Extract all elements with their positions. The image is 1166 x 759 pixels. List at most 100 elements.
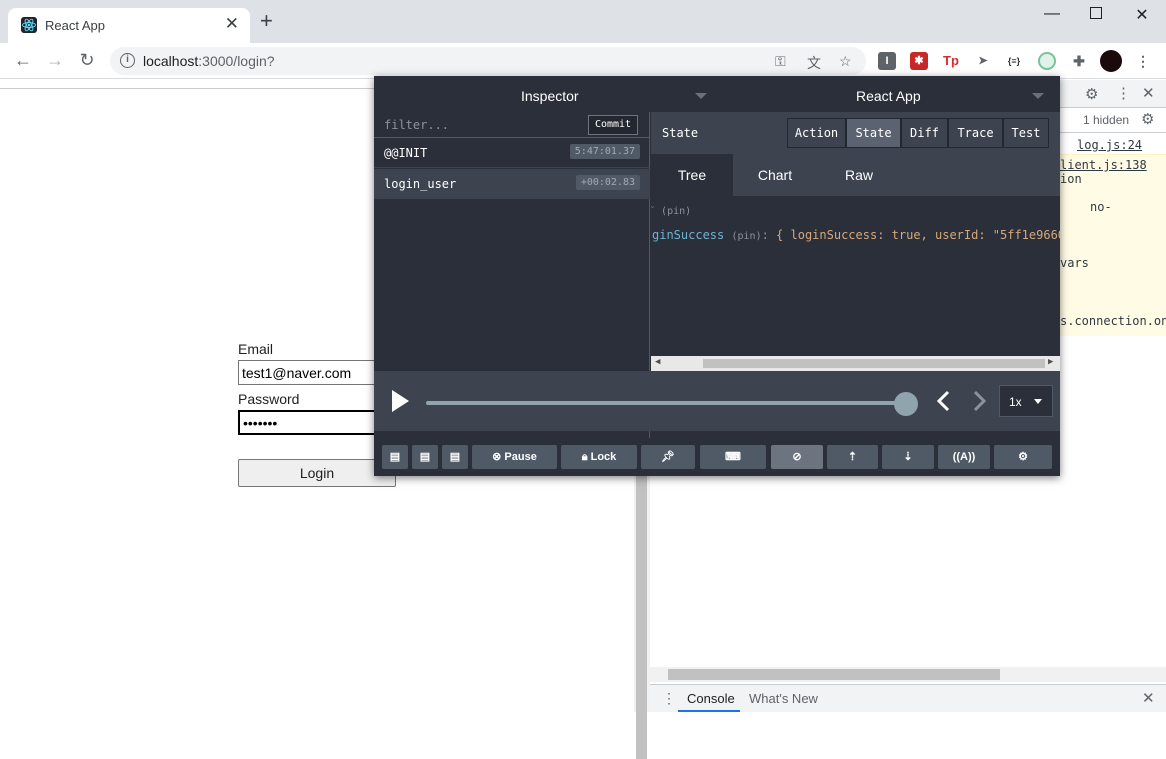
- log-link[interactable]: lient.js:138: [1060, 158, 1147, 172]
- back-icon[interactable]: ←: [12, 50, 34, 71]
- devtools-footer: ▤ ▤ ▤ ⊗ Pause 🔒︎ Lock 📌︎ ⌨ ⊘ ⇡ ⇣ ((A)) ⚙: [374, 438, 1060, 476]
- tree-value: { loginSuccess: true, userId: "5ff1e9660…: [776, 228, 1060, 242]
- log-text: no-: [1090, 200, 1112, 214]
- tab-diff[interactable]: Diff: [901, 118, 948, 148]
- tab-trace[interactable]: Trace: [948, 118, 1003, 148]
- devtools-more-icon[interactable]: ⋮: [1116, 84, 1131, 102]
- browser-tab[interactable]: React App ✕: [8, 8, 250, 43]
- chevron-down-icon[interactable]: [695, 93, 707, 99]
- address-bar[interactable]: i localhost:3000/login? ⚿ 文 ☆: [110, 47, 866, 75]
- tree-row[interactable]: ginSuccess (pin): { loginSuccess: true, …: [652, 228, 1060, 242]
- devtools-close-icon[interactable]: ✕: [1142, 84, 1155, 102]
- layout-left-icon[interactable]: ▤: [382, 445, 408, 469]
- drawer-menu-icon[interactable]: ⋮: [662, 690, 676, 707]
- extensions-puzzle-icon[interactable]: ✚: [1070, 52, 1088, 70]
- login-button[interactable]: Login: [238, 459, 396, 487]
- speed-select[interactable]: 1x: [999, 385, 1053, 417]
- state-heading: State: [662, 126, 699, 140]
- redux-devtools-header: Inspector React App: [374, 76, 1060, 112]
- tab-action[interactable]: Action: [787, 118, 846, 148]
- translate-icon[interactable]: 文: [807, 53, 821, 73]
- tab-state[interactable]: State: [846, 118, 901, 148]
- console-hscrollbar[interactable]: [650, 667, 1166, 682]
- react-logo-icon: [21, 17, 37, 33]
- hidden-count: 1 hidden: [1083, 113, 1130, 127]
- info-icon[interactable]: i: [120, 53, 135, 68]
- play-icon[interactable]: [390, 389, 410, 417]
- redux-devtools-window: Inspector React App filter... Commit @@I…: [374, 76, 1060, 476]
- tab-title: React App: [45, 18, 105, 33]
- window-close-icon[interactable]: ✕: [1132, 5, 1152, 25]
- tab-raw[interactable]: Raw: [817, 154, 901, 196]
- drawer-close-icon[interactable]: ✕: [1142, 689, 1155, 707]
- state-tree: ˜ (pin) ginSuccess (pin): { loginSuccess…: [651, 196, 1060, 356]
- export-icon[interactable]: ⇡: [827, 445, 878, 469]
- view-tabs: Tree Chart Raw: [651, 154, 1060, 196]
- new-tab-icon[interactable]: +: [260, 10, 273, 32]
- action-filter[interactable]: filter... Commit: [374, 112, 650, 138]
- extension-icon[interactable]: ✱: [910, 52, 928, 70]
- log-text: s.connection.onme: [1060, 314, 1166, 328]
- settings-gear-icon[interactable]: ⚙: [994, 445, 1052, 469]
- email-field[interactable]: [238, 360, 396, 385]
- commit-button[interactable]: Commit: [588, 115, 638, 135]
- log-link[interactable]: log.js:24: [1077, 138, 1142, 152]
- lock-button[interactable]: 🔒︎ Lock: [561, 445, 637, 469]
- instance-select[interactable]: React App: [856, 88, 921, 104]
- password-label: Password: [238, 391, 300, 407]
- tab-test[interactable]: Test: [1003, 118, 1049, 148]
- reload-icon[interactable]: ↻: [76, 50, 98, 71]
- tree-hscrollbar[interactable]: ◀ ▶: [651, 356, 1060, 371]
- pin-toggle[interactable]: (pin): [731, 231, 761, 242]
- email-label: Email: [238, 341, 274, 357]
- layout-bottom-icon[interactable]: ▤: [442, 445, 468, 469]
- maximize-icon[interactable]: [1086, 6, 1106, 24]
- layout-right-icon[interactable]: ▤: [412, 445, 438, 469]
- pin-icon[interactable]: 📌︎: [641, 445, 695, 469]
- devtools-drawer-tabs: ⋮ Console What's New ✕: [650, 684, 1166, 712]
- tab-whats-new[interactable]: What's New: [749, 691, 818, 706]
- minimize-icon[interactable]: —: [1042, 5, 1062, 23]
- chevron-down-icon[interactable]: [1032, 93, 1044, 99]
- action-name: login_user: [384, 177, 457, 191]
- bookmark-star-icon[interactable]: ☆: [839, 53, 852, 70]
- action-name: @@INIT: [384, 146, 428, 160]
- filter-placeholder: filter...: [384, 118, 450, 132]
- monitor-select[interactable]: Inspector: [521, 88, 579, 104]
- action-time: 5:47:01.37: [569, 144, 640, 159]
- step-back-icon[interactable]: [936, 389, 950, 417]
- devtools-settings-icon[interactable]: ⚙: [1085, 85, 1098, 103]
- tab-close-icon[interactable]: ✕: [225, 14, 239, 34]
- action-item-selected[interactable]: login_user +00:02.83: [374, 169, 650, 199]
- import-icon[interactable]: ⇣: [882, 445, 934, 469]
- tree-key: ginSuccess: [652, 228, 725, 242]
- state-toolbar: State Action State Diff Trace Test: [651, 112, 1060, 154]
- redux-devtools-extension-icon[interactable]: [1038, 52, 1056, 70]
- profile-avatar[interactable]: [1100, 50, 1122, 72]
- time-slider-handle[interactable]: [894, 392, 918, 416]
- remote-icon[interactable]: ((A)): [938, 445, 990, 469]
- extension-icon[interactable]: I: [878, 52, 896, 70]
- more-menu-icon[interactable]: ⋮: [1134, 52, 1152, 70]
- tab-chart[interactable]: Chart: [733, 154, 817, 196]
- tab-tree[interactable]: Tree: [651, 154, 733, 196]
- pause-button[interactable]: ⊗ Pause: [472, 445, 557, 469]
- cursor-extension-icon[interactable]: ➤: [974, 52, 992, 70]
- forward-icon[interactable]: →: [44, 50, 66, 71]
- key-icon[interactable]: ⚿: [775, 53, 786, 70]
- persist-icon[interactable]: ⊘: [771, 445, 823, 469]
- scroll-left-icon[interactable]: ◀: [655, 357, 660, 367]
- log-text: vars: [1060, 256, 1089, 270]
- console-settings-icon[interactable]: ⚙: [1141, 110, 1154, 128]
- json-extension-icon[interactable]: {≡}: [1005, 52, 1023, 70]
- tab-console[interactable]: Console: [687, 691, 735, 706]
- action-item[interactable]: @@INIT 5:47:01.37: [374, 138, 650, 168]
- step-forward-icon[interactable]: [973, 389, 987, 417]
- extension-icon[interactable]: Tp: [942, 52, 960, 70]
- keyboard-icon[interactable]: ⌨: [700, 445, 766, 469]
- scroll-right-icon[interactable]: ▶: [1048, 357, 1053, 367]
- action-time: +00:02.83: [575, 175, 640, 190]
- password-field[interactable]: [238, 410, 396, 435]
- time-slider-track[interactable]: [426, 401, 912, 405]
- tree-row[interactable]: ˜ (pin): [651, 206, 691, 217]
